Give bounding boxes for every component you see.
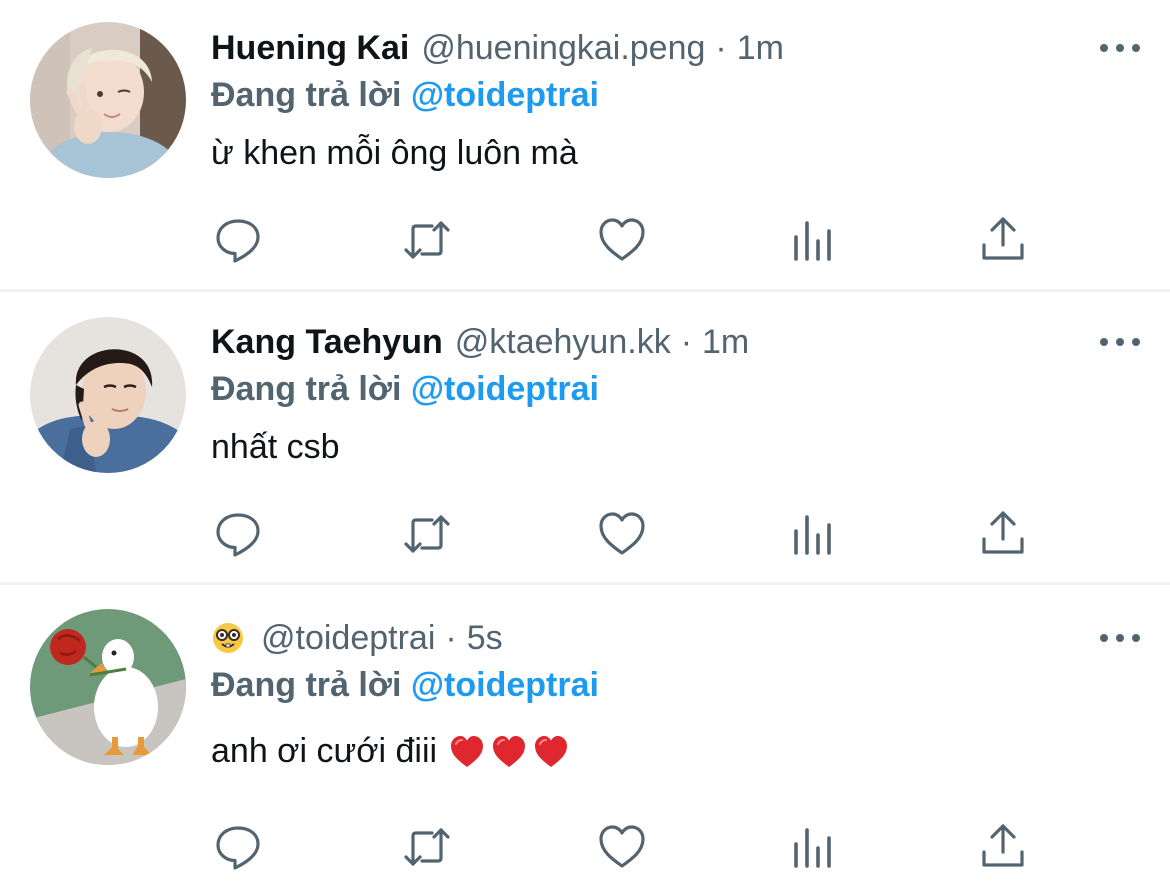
mention-link[interactable]: @toideptrai bbox=[411, 76, 599, 114]
red-heart-emoji bbox=[533, 734, 569, 770]
replying-to: Đang trả lời @toideptrai bbox=[211, 370, 599, 409]
avatar[interactable] bbox=[30, 609, 186, 765]
separator-dot: · bbox=[715, 28, 727, 67]
tweet-text-body: nhất csb bbox=[211, 428, 340, 466]
separator-dot: · bbox=[445, 618, 457, 657]
more-options-icon[interactable] bbox=[1100, 628, 1140, 648]
red-heart-emoji bbox=[491, 734, 527, 770]
analytics-icon[interactable] bbox=[788, 822, 838, 872]
like-icon[interactable] bbox=[597, 822, 647, 872]
action-bar bbox=[211, 822, 1041, 872]
nerd-face-emoji bbox=[211, 621, 245, 655]
tweet-text: anh ơi cưới điii bbox=[211, 732, 569, 771]
tweet-text: nhất csb bbox=[211, 428, 340, 467]
user-handle[interactable]: @hueningkai.peng bbox=[421, 29, 705, 68]
avatar-photo bbox=[30, 317, 186, 473]
like-icon[interactable] bbox=[597, 509, 647, 559]
avatar[interactable] bbox=[30, 317, 186, 473]
red-heart-emoji bbox=[449, 734, 485, 770]
user-handle[interactable]: @ktaehyun.kk bbox=[455, 323, 671, 362]
share-icon[interactable] bbox=[978, 822, 1028, 872]
replying-to: Đang trả lời @toideptrai bbox=[211, 76, 599, 115]
mention-link[interactable]: @toideptrai bbox=[411, 370, 599, 408]
share-icon[interactable] bbox=[978, 215, 1028, 265]
avatar[interactable] bbox=[30, 22, 186, 178]
tweet-header: Kang Taehyun @ktaehyun.kk · 1m bbox=[211, 318, 749, 366]
analytics-icon[interactable] bbox=[788, 509, 838, 559]
tweet-header: @toideptrai · 5s bbox=[211, 614, 503, 662]
reply-icon[interactable] bbox=[213, 215, 263, 265]
tweet-text-body: anh ơi cưới điii bbox=[211, 732, 438, 770]
replying-to: Đang trả lời @toideptrai bbox=[211, 666, 599, 705]
share-icon[interactable] bbox=[978, 509, 1028, 559]
divider bbox=[0, 582, 1170, 585]
display-name[interactable]: Huening Kai bbox=[211, 29, 409, 68]
tweet-2[interactable]: Kang Taehyun @ktaehyun.kk · 1m Đang trả … bbox=[0, 293, 1170, 583]
reply-icon[interactable] bbox=[213, 509, 263, 559]
timestamp[interactable]: 1m bbox=[702, 323, 749, 362]
more-options-icon[interactable] bbox=[1100, 38, 1140, 58]
retweet-icon[interactable] bbox=[402, 215, 452, 265]
retweet-icon[interactable] bbox=[402, 509, 452, 559]
separator-dot: · bbox=[680, 322, 693, 361]
divider bbox=[0, 289, 1170, 292]
timestamp[interactable]: 1m bbox=[737, 29, 784, 68]
tweet-1[interactable]: Huening Kai @hueningkai.peng · 1m Đang t… bbox=[0, 0, 1170, 290]
analytics-icon[interactable] bbox=[788, 215, 838, 265]
mention-link[interactable]: @toideptrai bbox=[411, 666, 599, 704]
replying-to-label: Đang trả lời bbox=[211, 76, 402, 114]
avatar-goose-image bbox=[30, 609, 186, 765]
reply-icon[interactable] bbox=[213, 822, 263, 872]
action-bar bbox=[211, 509, 1041, 559]
retweet-icon[interactable] bbox=[402, 822, 452, 872]
tweet-text: ừ khen mỗi ông luôn mà bbox=[211, 134, 578, 173]
avatar-photo bbox=[30, 22, 186, 178]
user-handle[interactable]: @toideptrai bbox=[261, 619, 435, 658]
like-icon[interactable] bbox=[597, 215, 647, 265]
tweet-header: Huening Kai @hueningkai.peng · 1m bbox=[211, 24, 784, 72]
timestamp[interactable]: 5s bbox=[467, 619, 503, 658]
replying-to-label: Đang trả lời bbox=[211, 370, 402, 408]
tweet-3[interactable]: @toideptrai · 5s Đang trả lời @toideptra… bbox=[0, 586, 1170, 883]
display-name[interactable]: Kang Taehyun bbox=[211, 323, 443, 362]
more-options-icon[interactable] bbox=[1100, 332, 1140, 352]
action-bar bbox=[211, 215, 1041, 265]
tweet-text-body: ừ khen mỗi ông luôn mà bbox=[211, 134, 578, 172]
replying-to-label: Đang trả lời bbox=[211, 666, 402, 704]
